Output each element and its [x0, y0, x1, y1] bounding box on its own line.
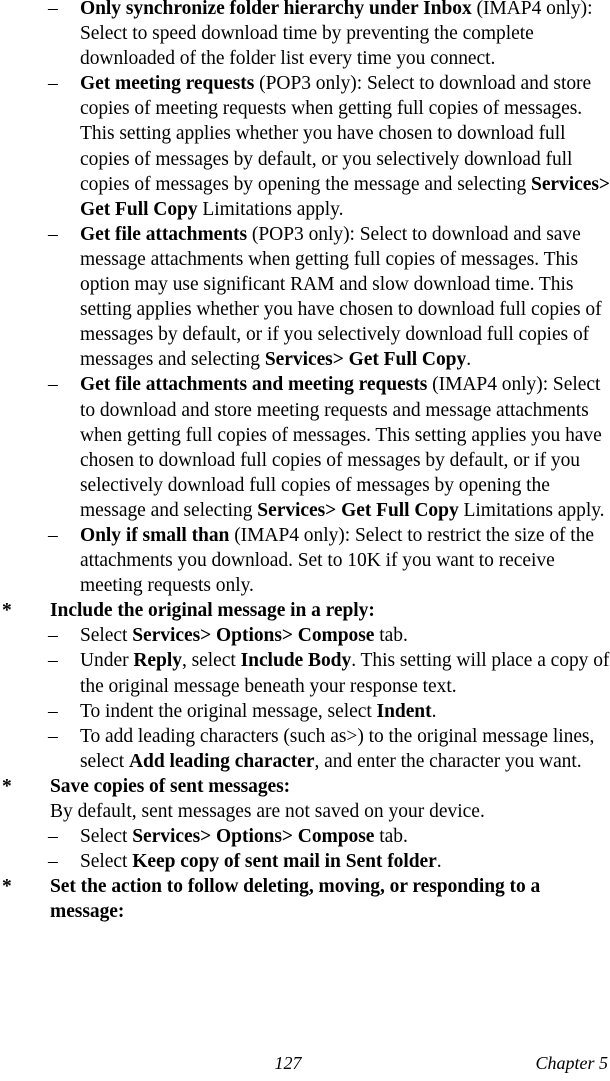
dash-bullet-icon: –: [48, 374, 58, 396]
dash-bullet-icon: –: [48, 826, 58, 848]
step-term: Reply: [133, 650, 182, 672]
page-body: – Only synchronize folder hierarchy unde…: [0, 0, 610, 924]
section-intro: By default, sent messages are not saved …: [50, 801, 485, 822]
step-term: Indent: [376, 700, 432, 722]
asterisk-bullet-icon: *: [2, 876, 12, 898]
page-footer: 127 Chapter 5: [0, 1051, 610, 1077]
section: * Include the original message in a repl…: [0, 598, 610, 623]
list-item: – Select Services> Options> Compose tab.: [0, 623, 610, 648]
dash-bullet-icon: –: [48, 700, 58, 722]
dash-bullet-icon: –: [48, 650, 58, 672]
list-item: – Select Keep copy of sent mail in Sent …: [0, 849, 610, 874]
list-item-inline-term: Services> Get Full Copy: [264, 349, 467, 371]
step-term: Keep copy of sent mail in Sent folder: [132, 851, 437, 873]
step-term-2: Include Body: [240, 650, 352, 672]
section: * Save copies of sent messages: By defau…: [0, 774, 610, 824]
section-heading: Set the action to follow deleting, movin…: [50, 876, 541, 923]
list-item: – Get file attachments and meeting reque…: [0, 372, 610, 523]
asterisk-bullet-icon: *: [2, 775, 12, 797]
chapter-label: Chapter 5: [535, 1053, 608, 1073]
step-text-mid: , select: [181, 650, 241, 672]
step-text-pre: Select: [80, 625, 133, 647]
list-item: – To indent the original message, select…: [0, 699, 610, 724]
step-term: Services> Options> Compose: [132, 625, 375, 647]
list-item-term: Get meeting requests: [80, 73, 255, 95]
step-term: Add leading character: [128, 750, 315, 772]
step-term: Services> Options> Compose: [132, 826, 375, 848]
section: * Set the action to follow deleting, mov…: [0, 874, 610, 924]
list-item-tail: .: [466, 349, 472, 371]
step-text-post: .: [436, 851, 442, 873]
dash-bullet-icon: –: [48, 0, 58, 19]
dash-bullet-icon: –: [48, 223, 58, 245]
list-item-term: Get file attachments and meeting request…: [80, 374, 428, 396]
list-item-tail: Limitations apply.: [197, 198, 344, 220]
document-page: – Only synchronize folder hierarchy unde…: [0, 0, 610, 1081]
step-text-pre: Select: [80, 851, 133, 873]
step-text-post: .: [431, 700, 437, 722]
step-text-post: , and enter the character you want.: [314, 750, 582, 772]
list-item-term: Get file attachments: [80, 223, 248, 245]
dash-bullet-icon: –: [48, 524, 58, 546]
list-item: – Get meeting requests (POP3 only): Sele…: [0, 71, 610, 222]
list-item-term: Only if small than: [80, 524, 230, 546]
step-text-post: tab.: [374, 625, 408, 647]
section-heading: Include the original message in a reply:: [50, 600, 375, 622]
dash-bullet-icon: –: [48, 625, 58, 647]
step-text-pre: Select: [80, 826, 133, 848]
step-text-pre: Under: [80, 650, 134, 672]
list-item: – Select Services> Options> Compose tab.: [0, 824, 610, 849]
step-text-pre: To indent the original message, select: [80, 700, 377, 722]
step-text-post: tab.: [374, 826, 408, 848]
list-item: – To add leading characters (such as>) t…: [0, 724, 610, 774]
list-item-term: Only synchronize folder hierarchy under …: [80, 0, 472, 19]
list-item: – Get file attachments (POP3 only): Sele…: [0, 222, 610, 373]
section-heading: Save copies of sent messages:: [50, 775, 291, 797]
list-item-tail: Limitations apply.: [458, 499, 605, 521]
dash-bullet-icon: –: [48, 851, 58, 873]
list-item: – Under Reply, select Include Body. This…: [0, 648, 610, 698]
list-item: – Only synchronize folder hierarchy unde…: [0, 0, 610, 71]
asterisk-bullet-icon: *: [2, 600, 12, 622]
list-item-inline-term: Services> Get Full Copy: [257, 499, 459, 521]
page-number: 127: [274, 1053, 302, 1073]
dash-bullet-icon: –: [48, 725, 58, 747]
dash-bullet-icon: –: [48, 73, 58, 95]
list-item: – Only if small than (IMAP4 only): Selec…: [0, 523, 610, 598]
